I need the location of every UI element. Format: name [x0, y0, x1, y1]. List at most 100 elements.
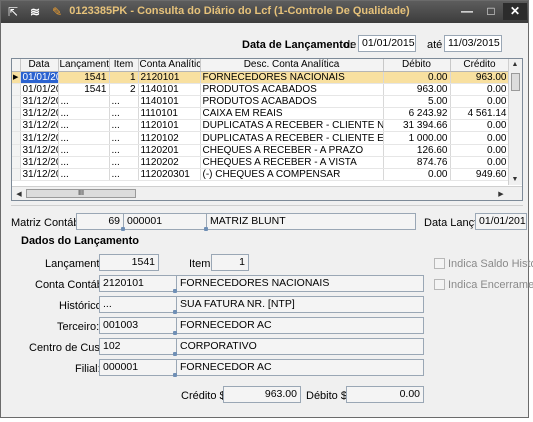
- lookup-icon[interactable]: [173, 331, 177, 335]
- indica-encerramento-checkbox[interactable]: [434, 279, 445, 290]
- traffic-light-icon[interactable]: ≋: [27, 4, 43, 20]
- filial-code-field[interactable]: 000001: [99, 359, 177, 376]
- table-cell[interactable]: ...: [109, 107, 139, 121]
- table-cell[interactable]: CAIXA EM REAIS: [200, 107, 384, 121]
- matriz-name-field[interactable]: MATRIZ BLUNT: [206, 213, 416, 230]
- lancamentos-grid[interactable]: Data Lançamento Item Conta Analítica Des…: [11, 58, 523, 201]
- date-from-input[interactable]: 01/01/2015: [358, 35, 416, 52]
- table-cell[interactable]: 31/12/20: [20, 95, 59, 109]
- conta-contabil-name-field[interactable]: FORNECEDORES NACIONAIS: [176, 275, 424, 292]
- table-cell[interactable]: 1 000.00: [383, 131, 451, 145]
- table-cell[interactable]: 2: [109, 83, 139, 96]
- table-row[interactable]: 31/12/20 ... ... 1110101 CAIXA EM REAIS …: [12, 107, 510, 121]
- table-row[interactable]: 31/12/20 ... ... 1120201 CHEQUES A RECEB…: [12, 144, 510, 157]
- table-cell[interactable]: ...: [58, 95, 110, 109]
- item-field[interactable]: 1: [211, 254, 249, 271]
- table-cell[interactable]: 0.00: [450, 83, 510, 96]
- table-cell[interactable]: 31/12/20: [20, 107, 59, 121]
- column-header[interactable]: Lançamento: [58, 59, 110, 72]
- table-cell[interactable]: ...: [109, 119, 139, 133]
- export-icon[interactable]: ⇱: [5, 4, 21, 20]
- lookup-icon[interactable]: [173, 373, 177, 377]
- horizontal-scroll-thumb[interactable]: III: [26, 189, 136, 198]
- lookup-icon[interactable]: [173, 310, 177, 314]
- close-button[interactable]: ✕: [503, 3, 527, 20]
- table-cell[interactable]: 963.00: [383, 83, 451, 96]
- table-cell[interactable]: FORNECEDORES NACIONAIS: [200, 71, 384, 84]
- table-cell[interactable]: 1541: [58, 83, 110, 96]
- horizontal-scrollbar[interactable]: ◀ III ▶: [12, 186, 522, 200]
- table-cell[interactable]: 1541: [58, 71, 110, 84]
- column-header[interactable]: Data: [20, 59, 59, 72]
- table-cell[interactable]: 0.00: [383, 168, 451, 182]
- table-row[interactable]: 31/12/20 ... ... 112020301 (-) CHEQUES A…: [12, 168, 510, 182]
- lookup-icon[interactable]: [173, 289, 177, 293]
- table-cell[interactable]: 963.00: [450, 71, 510, 84]
- scroll-down-icon[interactable]: ▼: [509, 176, 521, 183]
- table-cell[interactable]: ...: [58, 131, 110, 145]
- centro-custo-name-field[interactable]: CORPORATIVO: [176, 338, 424, 355]
- table-cell[interactable]: ...: [58, 168, 110, 182]
- column-header[interactable]: Conta Analítica: [138, 59, 201, 72]
- table-cell[interactable]: 0.00: [450, 119, 510, 133]
- table-cell[interactable]: PRODUTOS ACABADOS: [200, 95, 384, 109]
- table-cell[interactable]: 0.00: [450, 95, 510, 109]
- table-cell[interactable]: 31/12/20: [20, 156, 59, 170]
- table-row[interactable]: 31/12/20 ... ... 1120101 DUPLICATAS A RE…: [12, 119, 510, 133]
- table-cell[interactable]: ...: [109, 156, 139, 170]
- table-cell[interactable]: ...: [58, 107, 110, 121]
- table-cell[interactable]: 31 394.66: [383, 119, 451, 133]
- table-cell[interactable]: ...: [58, 156, 110, 170]
- table-cell[interactable]: 0.00: [450, 131, 510, 145]
- table-row[interactable]: 31/12/20 ... ... 1120202 CHEQUES A RECEB…: [12, 156, 510, 170]
- column-header[interactable]: Item: [109, 59, 139, 72]
- scroll-right-icon[interactable]: ▶: [495, 190, 507, 198]
- column-header[interactable]: Débito: [383, 59, 451, 72]
- table-cell[interactable]: PRODUTOS ACABADOS: [200, 83, 384, 96]
- vertical-scrollbar[interactable]: ▲ ▼: [508, 59, 522, 185]
- scroll-up-icon[interactable]: ▲: [509, 61, 521, 68]
- table-cell[interactable]: 01/01/20: [20, 71, 59, 84]
- table-cell[interactable]: 1120201: [138, 144, 201, 157]
- date-to-input[interactable]: 11/03/2015: [444, 35, 502, 52]
- table-cell[interactable]: 4 561.14: [450, 107, 510, 121]
- table-cell[interactable]: 0.00: [383, 71, 451, 84]
- table-row[interactable]: 01/01/20 1541 2 1140101 PRODUTOS ACABADO…: [12, 83, 510, 96]
- table-cell[interactable]: DUPLICATAS A RECEBER - CLIENTE EXTERIOR: [200, 131, 384, 145]
- table-cell[interactable]: ...: [58, 119, 110, 133]
- table-cell[interactable]: 1140101: [138, 95, 201, 109]
- table-cell[interactable]: (-) CHEQUES A COMPENSAR: [200, 168, 384, 182]
- table-cell[interactable]: 112020301: [138, 168, 201, 182]
- table-cell[interactable]: 31/12/20: [20, 131, 59, 145]
- table-cell[interactable]: 126.60: [383, 144, 451, 157]
- terceiro-code-field[interactable]: 001003: [99, 317, 177, 334]
- table-cell[interactable]: 5.00: [383, 95, 451, 109]
- table-cell[interactable]: 1120202: [138, 156, 201, 170]
- table-cell[interactable]: CHEQUES A RECEBER - A VISTA: [200, 156, 384, 170]
- table-cell[interactable]: 1140101: [138, 83, 201, 96]
- maximize-button[interactable]: □: [479, 3, 503, 20]
- historico-text-field[interactable]: SUA FATURA NR. [NTP]: [176, 296, 424, 313]
- matriz-number-field[interactable]: 69: [76, 213, 124, 230]
- lancamento-field[interactable]: 1541: [99, 254, 159, 271]
- table-row[interactable]: ▶ 01/01/20 1541 1 2120101 FORNECEDORES N…: [12, 71, 510, 84]
- table-cell[interactable]: 2120101: [138, 71, 201, 84]
- lookup-icon[interactable]: [204, 227, 208, 231]
- table-cell[interactable]: DUPLICATAS A RECEBER - CLIENTE NACIONAL: [200, 119, 384, 133]
- debito-field[interactable]: 0.00: [346, 386, 424, 403]
- table-cell[interactable]: ...: [109, 131, 139, 145]
- matriz-code-field[interactable]: 000001: [123, 213, 207, 230]
- table-cell[interactable]: ...: [58, 144, 110, 157]
- table-cell[interactable]: ...: [109, 168, 139, 182]
- table-cell[interactable]: 31/12/20: [20, 168, 59, 182]
- table-cell[interactable]: 949.60: [450, 168, 510, 182]
- data-lancto-field[interactable]: 01/01/2013: [475, 213, 527, 230]
- table-cell[interactable]: 874.76: [383, 156, 451, 170]
- table-cell[interactable]: 01/01/20: [20, 83, 59, 96]
- table-cell[interactable]: 0.00: [450, 156, 510, 170]
- table-cell[interactable]: 31/12/20: [20, 144, 59, 157]
- vertical-scroll-thumb[interactable]: [511, 73, 520, 91]
- column-header[interactable]: Desc. Conta Analítica: [200, 59, 384, 72]
- table-cell[interactable]: ...: [109, 144, 139, 157]
- table-cell[interactable]: CHEQUES A RECEBER - A PRAZO: [200, 144, 384, 157]
